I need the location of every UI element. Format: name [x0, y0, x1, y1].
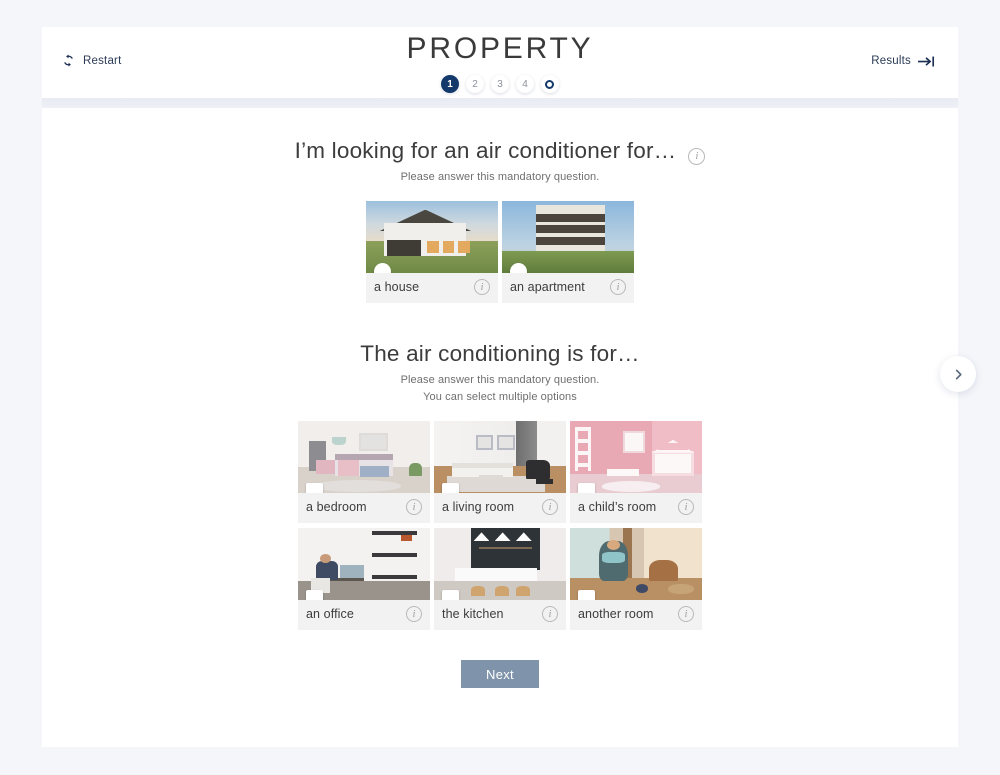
info-icon[interactable]: i: [474, 279, 490, 295]
option-label-another-room: another room: [578, 607, 654, 621]
next-page-arrow-button[interactable]: [940, 356, 976, 392]
refresh-icon: [62, 54, 75, 67]
option-thumbnail-house: [366, 201, 498, 273]
results-label: Results: [871, 54, 911, 67]
info-icon[interactable]: i: [678, 499, 694, 515]
option-label-an-apartment: an apartment: [510, 280, 585, 294]
option-row-2: an office i the kitchen i another room i: [42, 528, 958, 630]
question-1-subtitle: Please answer this mandatory question.: [400, 171, 600, 183]
option-checkbox-another-room[interactable]: [578, 590, 595, 600]
option-card-another-room[interactable]: another room i: [570, 528, 702, 630]
step-results[interactable]: [540, 75, 559, 93]
option-thumbnail-livingroom: [434, 421, 566, 493]
questionnaire-card: I’m looking for an air conditioner for… …: [42, 108, 976, 747]
option-checkbox-a-childs-room[interactable]: [578, 483, 595, 493]
option-thumbnail-kitchen: [434, 528, 566, 600]
option-card-a-living-room[interactable]: a living room i: [434, 421, 566, 523]
step-2[interactable]: 2: [465, 75, 484, 93]
footer-actions: Next: [42, 660, 958, 688]
option-card-an-apartment[interactable]: an apartment i: [502, 201, 634, 303]
option-thumbnail-apartment: [502, 201, 634, 273]
option-label-the-kitchen: the kitchen: [442, 607, 504, 621]
question-2-subtitle: Please answer this mandatory question.: [400, 374, 600, 386]
option-label-row-an-office: an office i: [298, 600, 430, 630]
option-label-an-office: an office: [306, 607, 354, 621]
step-3-label: 3: [497, 78, 503, 90]
option-label-row-a-house: a house i: [366, 273, 498, 303]
next-button[interactable]: Next: [461, 660, 539, 688]
option-radio-a-house[interactable]: [374, 263, 391, 273]
app-page: Restart PROPERTY 1 2 3 4 Results I’m loo…: [0, 0, 1000, 775]
question-2: The air conditioning is for… Please answ…: [42, 341, 958, 630]
chevron-right-icon: [955, 369, 962, 379]
question-2-title: The air conditioning is for…: [360, 341, 640, 366]
question-2-subtitle-2: You can select multiple options: [423, 391, 577, 403]
info-icon[interactable]: i: [406, 499, 422, 515]
question-1-options: a house i an apartment i: [42, 201, 958, 303]
ring-finish-icon: [545, 79, 555, 89]
step-4[interactable]: 4: [515, 75, 534, 93]
info-icon[interactable]: i: [542, 606, 558, 622]
info-icon[interactable]: i: [688, 147, 706, 165]
step-1[interactable]: 1: [440, 75, 459, 93]
step-3[interactable]: 3: [490, 75, 509, 93]
restart-button[interactable]: Restart: [62, 54, 121, 67]
option-label-a-living-room: a living room: [442, 500, 515, 514]
apartment-illustration: [502, 201, 634, 273]
page-title: PROPERTY: [406, 32, 594, 65]
option-label-a-house: a house: [374, 280, 420, 294]
question-1: I’m looking for an air conditioner for… …: [42, 138, 958, 303]
info-icon[interactable]: i: [406, 606, 422, 622]
option-thumbnail-childroom: [570, 421, 702, 493]
option-checkbox-a-bedroom[interactable]: [306, 483, 323, 493]
option-label-row-a-bedroom: a bedroom i: [298, 493, 430, 523]
step-indicator: 1 2 3 4: [407, 75, 594, 93]
option-card-a-childs-room[interactable]: a child’s room i: [570, 421, 702, 523]
question-2-title-row: The air conditioning is for…: [42, 341, 958, 367]
option-label-row-the-kitchen: the kitchen i: [434, 600, 566, 630]
option-label-row-a-childs-room: a child’s room i: [570, 493, 702, 523]
option-label-row-a-living-room: a living room i: [434, 493, 566, 523]
option-radio-an-apartment[interactable]: [510, 263, 527, 273]
option-label-row-an-apartment: an apartment i: [502, 273, 634, 303]
option-checkbox-the-kitchen[interactable]: [442, 590, 459, 600]
step-1-label: 1: [447, 78, 453, 90]
results-button[interactable]: Results: [871, 54, 936, 67]
option-thumbnail-bedroom: [298, 421, 430, 493]
option-label-row-another-room: another room i: [570, 600, 702, 630]
arrow-to-line-icon: [917, 54, 936, 67]
question-1-title: I’m looking for an air conditioner for…: [294, 138, 677, 163]
info-icon[interactable]: i: [678, 606, 694, 622]
option-card-an-office[interactable]: an office i: [298, 528, 430, 630]
restart-label: Restart: [83, 54, 122, 67]
option-label-a-bedroom: a bedroom: [306, 500, 367, 514]
option-card-a-house[interactable]: a house i: [366, 201, 498, 303]
header-bar: Restart PROPERTY 1 2 3 4 Results: [42, 27, 958, 98]
option-row-1: a bedroom i a living room i a child’s ro…: [42, 421, 958, 523]
question-1-title-row: I’m looking for an air conditioner for… …: [42, 138, 958, 165]
option-card-the-kitchen[interactable]: the kitchen i: [434, 528, 566, 630]
step-2-label: 2: [472, 78, 478, 90]
info-icon[interactable]: i: [542, 499, 558, 515]
option-thumbnail-office: [298, 528, 430, 600]
option-label-a-childs-room: a child’s room: [578, 500, 657, 514]
option-checkbox-an-office[interactable]: [306, 590, 323, 600]
step-4-label: 4: [522, 78, 528, 90]
option-card-a-bedroom[interactable]: a bedroom i: [298, 421, 430, 523]
house-illustration: [366, 201, 498, 273]
question-2-options: a bedroom i a living room i a child’s ro…: [42, 421, 958, 630]
header-center: PROPERTY 1 2 3 4: [407, 34, 594, 93]
option-thumbnail-anotherroom: [570, 528, 702, 600]
option-checkbox-a-living-room[interactable]: [442, 483, 459, 493]
header-divider: [42, 98, 958, 108]
info-icon[interactable]: i: [610, 279, 626, 295]
